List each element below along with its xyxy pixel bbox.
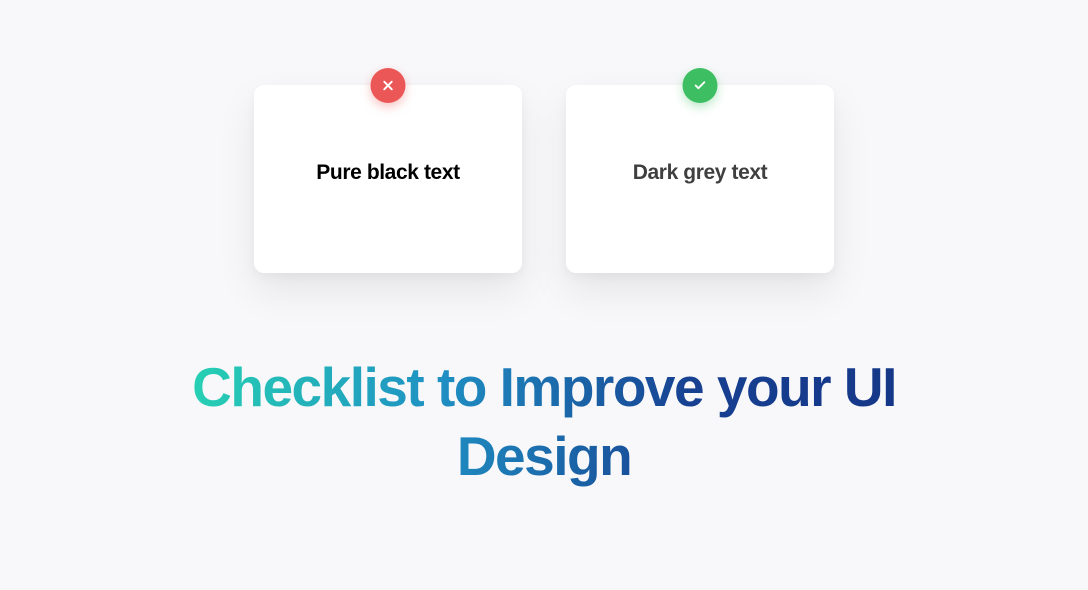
page-title: Checklist to Improve your UI Design <box>184 353 904 491</box>
good-card-label: Dark grey text <box>633 161 767 185</box>
bad-card-label: Pure black text <box>316 161 459 185</box>
bad-example-card: Pure black text <box>254 85 522 273</box>
good-example-card: Dark grey text <box>566 85 834 273</box>
check-icon <box>683 68 718 103</box>
comparison-cards-row: Pure black text Dark grey text <box>254 85 834 273</box>
cross-icon <box>371 68 406 103</box>
